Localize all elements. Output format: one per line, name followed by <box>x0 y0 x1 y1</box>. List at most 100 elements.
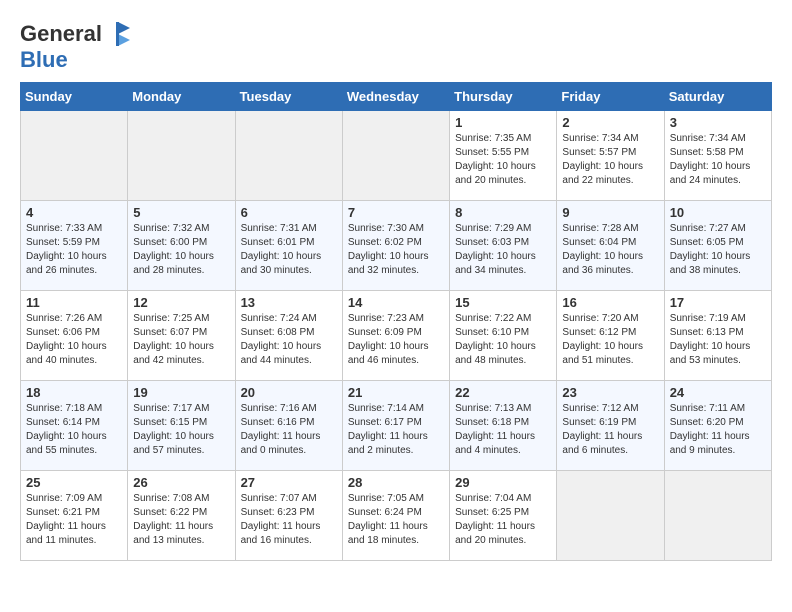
day-info: Sunrise: 7:28 AMSunset: 6:04 PMDaylight:… <box>562 222 658 278</box>
calendar-week-row: 18 Sunrise: 7:18 AMSunset: 6:14 PMDayligh… <box>21 381 772 471</box>
day-info: Sunrise: 7:17 AMSunset: 6:15 PMDaylight:… <box>133 402 229 458</box>
day-number: 4 <box>26 205 122 220</box>
calendar-cell: 9 Sunrise: 7:28 AMSunset: 6:04 PMDaylight… <box>557 201 664 291</box>
day-info: Sunrise: 7:27 AMSunset: 6:05 PMDaylight:… <box>670 222 766 278</box>
calendar-cell: 24Sunrise: 7:11 AMSunset: 6:20 PMDayligh… <box>664 381 771 471</box>
calendar-cell: 17 Sunrise: 7:19 AMSunset: 6:13 PMDayligh… <box>664 291 771 381</box>
day-info: Sunrise: 7:04 AMSunset: 6:25 PMDaylight:… <box>455 492 551 548</box>
calendar-cell: 1 Sunrise: 7:35 AMSunset: 5:55 PMDaylight… <box>450 111 557 201</box>
calendar-cell: 7 Sunrise: 7:30 AMSunset: 6:02 PMDaylight… <box>342 201 449 291</box>
day-info: Sunrise: 7:30 AMSunset: 6:02 PMDaylight:… <box>348 222 444 278</box>
day-number: 23 <box>562 385 658 400</box>
weekday-header-sunday: Sunday <box>21 83 128 111</box>
day-number: 12 <box>133 295 229 310</box>
weekday-header-wednesday: Wednesday <box>342 83 449 111</box>
day-info: Sunrise: 7:07 AMSunset: 6:23 PMDaylight:… <box>241 492 337 548</box>
weekday-header-thursday: Thursday <box>450 83 557 111</box>
day-number: 29 <box>455 475 551 490</box>
day-info: Sunrise: 7:12 AMSunset: 6:19 PMDaylight:… <box>562 402 658 458</box>
calendar-cell: 19Sunrise: 7:17 AMSunset: 6:15 PMDayligh… <box>128 381 235 471</box>
calendar-cell: 28Sunrise: 7:05 AMSunset: 6:24 PMDayligh… <box>342 471 449 561</box>
day-info: Sunrise: 7:23 AMSunset: 6:09 PMDaylight:… <box>348 312 444 368</box>
day-info: Sunrise: 7:11 AMSunset: 6:20 PMDaylight:… <box>670 402 766 458</box>
day-number: 25 <box>26 475 122 490</box>
calendar-week-row: 11Sunrise: 7:26 AMSunset: 6:06 PMDayligh… <box>21 291 772 381</box>
logo: General Blue <box>20 20 132 72</box>
day-info: Sunrise: 7:31 AMSunset: 6:01 PMDaylight:… <box>241 222 337 278</box>
day-number: 27 <box>241 475 337 490</box>
day-info: Sunrise: 7:08 AMSunset: 6:22 PMDaylight:… <box>133 492 229 548</box>
calendar-cell: 11Sunrise: 7:26 AMSunset: 6:06 PMDayligh… <box>21 291 128 381</box>
day-info: Sunrise: 7:16 AMSunset: 6:16 PMDaylight:… <box>241 402 337 458</box>
day-number: 14 <box>348 295 444 310</box>
calendar-cell: 25 Sunrise: 7:09 AMSunset: 6:21 PMDayligh… <box>21 471 128 561</box>
calendar-cell: 20 Sunrise: 7:16 AMSunset: 6:16 PMDayligh… <box>235 381 342 471</box>
day-number: 5 <box>133 205 229 220</box>
calendar-cell: 5 Sunrise: 7:32 AMSunset: 6:00 PMDaylight… <box>128 201 235 291</box>
weekday-header-tuesday: Tuesday <box>235 83 342 111</box>
page-header: General Blue <box>20 20 772 72</box>
day-number: 26 <box>133 475 229 490</box>
calendar-week-row: 1 Sunrise: 7:35 AMSunset: 5:55 PMDaylight… <box>21 111 772 201</box>
calendar-cell: 12Sunrise: 7:25 AMSunset: 6:07 PMDayligh… <box>128 291 235 381</box>
day-number: 16 <box>562 295 658 310</box>
day-info: Sunrise: 7:14 AMSunset: 6:17 PMDaylight:… <box>348 402 444 458</box>
day-number: 22 <box>455 385 551 400</box>
logo-general: General <box>20 21 102 46</box>
calendar-cell: 10Sunrise: 7:27 AMSunset: 6:05 PMDayligh… <box>664 201 771 291</box>
day-number: 2 <box>562 115 658 130</box>
day-number: 21 <box>348 385 444 400</box>
day-info: Sunrise: 7:34 AMSunset: 5:57 PMDaylight:… <box>562 132 658 188</box>
calendar-week-row: 4Sunrise: 7:33 AMSunset: 5:59 PMDaylight… <box>21 201 772 291</box>
calendar-cell: 4Sunrise: 7:33 AMSunset: 5:59 PMDaylight… <box>21 201 128 291</box>
calendar-week-row: 25 Sunrise: 7:09 AMSunset: 6:21 PMDayligh… <box>21 471 772 561</box>
calendar-cell: 3 Sunrise: 7:34 AMSunset: 5:58 PMDaylight… <box>664 111 771 201</box>
day-info: Sunrise: 7:09 AMSunset: 6:21 PMDaylight:… <box>26 492 122 548</box>
day-number: 18 <box>26 385 122 400</box>
calendar-cell: 27 Sunrise: 7:07 AMSunset: 6:23 PMDayligh… <box>235 471 342 561</box>
calendar-cell: 8 Sunrise: 7:29 AMSunset: 6:03 PMDaylight… <box>450 201 557 291</box>
calendar-cell: 22 Sunrise: 7:13 AMSunset: 6:18 PMDayligh… <box>450 381 557 471</box>
logo-blue: Blue <box>20 47 68 72</box>
day-number: 15 <box>455 295 551 310</box>
calendar-cell: 29 Sunrise: 7:04 AMSunset: 6:25 PMDayligh… <box>450 471 557 561</box>
calendar-cell: 13 Sunrise: 7:24 AMSunset: 6:08 PMDayligh… <box>235 291 342 381</box>
day-info: Sunrise: 7:34 AMSunset: 5:58 PMDaylight:… <box>670 132 766 188</box>
logo-flag-icon <box>104 20 132 48</box>
calendar-cell: 6 Sunrise: 7:31 AMSunset: 6:01 PMDaylight… <box>235 201 342 291</box>
calendar-cell <box>342 111 449 201</box>
day-info: Sunrise: 7:35 AMSunset: 5:55 PMDaylight:… <box>455 132 551 188</box>
day-info: Sunrise: 7:24 AMSunset: 6:08 PMDaylight:… <box>241 312 337 368</box>
day-number: 1 <box>455 115 551 130</box>
day-number: 8 <box>455 205 551 220</box>
calendar-cell <box>557 471 664 561</box>
day-number: 13 <box>241 295 337 310</box>
calendar-table: SundayMondayTuesdayWednesdayThursdayFrid… <box>20 82 772 561</box>
weekday-header-monday: Monday <box>128 83 235 111</box>
day-info: Sunrise: 7:19 AMSunset: 6:13 PMDaylight:… <box>670 312 766 368</box>
day-number: 6 <box>241 205 337 220</box>
day-number: 11 <box>26 295 122 310</box>
calendar-cell: 15 Sunrise: 7:22 AMSunset: 6:10 PMDayligh… <box>450 291 557 381</box>
calendar-cell: 16 Sunrise: 7:20 AMSunset: 6:12 PMDayligh… <box>557 291 664 381</box>
calendar-cell: 26 Sunrise: 7:08 AMSunset: 6:22 PMDayligh… <box>128 471 235 561</box>
calendar-cell <box>21 111 128 201</box>
day-number: 9 <box>562 205 658 220</box>
day-info: Sunrise: 7:20 AMSunset: 6:12 PMDaylight:… <box>562 312 658 368</box>
weekday-header-saturday: Saturday <box>664 83 771 111</box>
day-info: Sunrise: 7:32 AMSunset: 6:00 PMDaylight:… <box>133 222 229 278</box>
day-number: 3 <box>670 115 766 130</box>
day-info: Sunrise: 7:13 AMSunset: 6:18 PMDaylight:… <box>455 402 551 458</box>
day-info: Sunrise: 7:22 AMSunset: 6:10 PMDaylight:… <box>455 312 551 368</box>
day-number: 17 <box>670 295 766 310</box>
calendar-cell <box>664 471 771 561</box>
day-info: Sunrise: 7:29 AMSunset: 6:03 PMDaylight:… <box>455 222 551 278</box>
day-info: Sunrise: 7:18 AMSunset: 6:14 PMDaylight:… <box>26 402 122 458</box>
calendar-cell <box>235 111 342 201</box>
calendar-cell: 14 Sunrise: 7:23 AMSunset: 6:09 PMDayligh… <box>342 291 449 381</box>
day-info: Sunrise: 7:05 AMSunset: 6:24 PMDaylight:… <box>348 492 444 548</box>
calendar-cell <box>128 111 235 201</box>
day-number: 7 <box>348 205 444 220</box>
day-number: 20 <box>241 385 337 400</box>
weekday-header-row: SundayMondayTuesdayWednesdayThursdayFrid… <box>21 83 772 111</box>
